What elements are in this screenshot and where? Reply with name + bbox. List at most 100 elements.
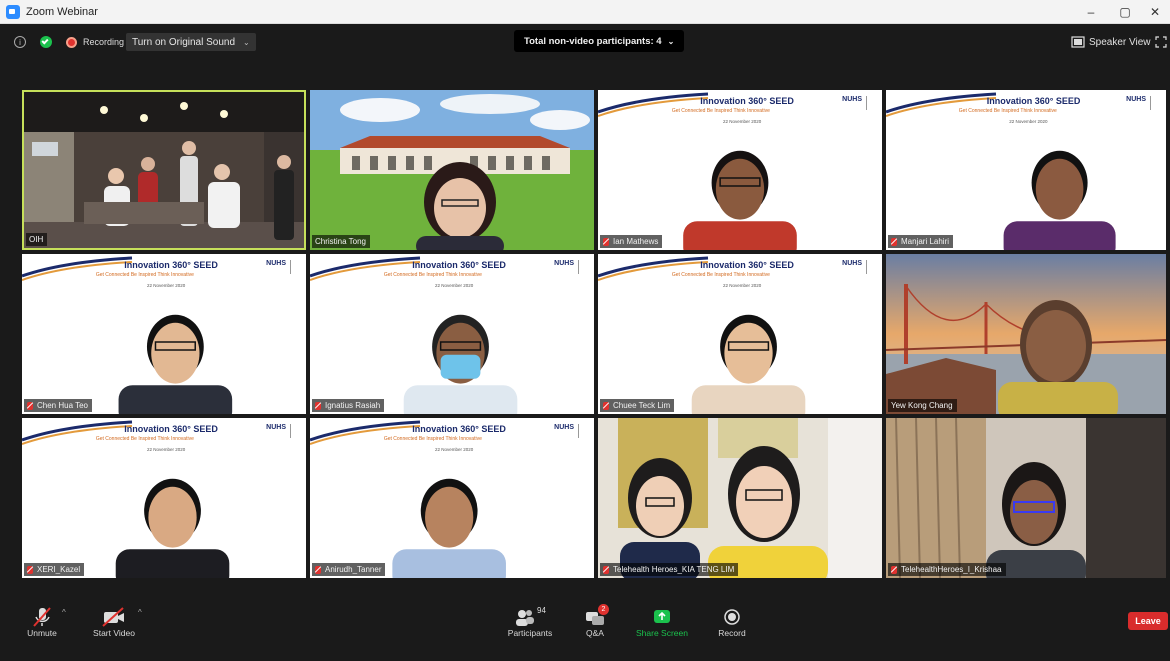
close-button[interactable]: ✕ [1138, 0, 1170, 24]
participant-name-label: Chuee Teck Lim [600, 399, 675, 412]
logo-divider [290, 424, 300, 438]
qa-badge: 2 [598, 604, 609, 615]
participant-name-label: Ignatius Rasiah [312, 399, 385, 412]
info-icon[interactable]: i [14, 34, 26, 50]
mic-muted-icon [27, 401, 33, 410]
slide-date: 22 November 2020 [434, 447, 474, 452]
participant-name-label: TelehealthHeroes_I_Krishaa [888, 563, 1006, 576]
office-scene [24, 92, 304, 248]
slide-title: Innovation 360° SEED [700, 96, 794, 106]
slide-date: 22 November 2020 [722, 119, 762, 124]
original-sound-button[interactable]: Turn on Original Sound ⌄ [126, 33, 256, 51]
participant-name-label: Telehealth Heroes_KIA TENG LIM [600, 563, 739, 576]
record-icon [721, 606, 743, 628]
video-tile[interactable]: Innovation 360° SEED Get Connected Be Ins… [22, 254, 306, 414]
video-tile[interactable]: Innovation 360° SEED Get Connected Be Ins… [598, 254, 882, 414]
chevron-down-icon: ⌄ [667, 36, 675, 46]
recording-indicator[interactable]: Recording [66, 34, 124, 50]
slide-date: 22 November 2020 [146, 283, 186, 288]
slide-date: 22 November 2020 [722, 283, 762, 288]
bridge-background [886, 254, 1166, 414]
leave-button[interactable]: Leave [1128, 612, 1168, 630]
participant-name-label: Yew Kong Chang [888, 399, 957, 412]
minimize-button[interactable]: – [1074, 0, 1108, 24]
video-tile[interactable]: Telehealth Heroes_KIA TENG LIM [598, 418, 882, 578]
nuhs-logo: NUHS [842, 260, 862, 267]
maximize-button[interactable]: ▢ [1108, 0, 1142, 24]
participant-name-label: Manjari Lahiri [888, 235, 954, 248]
slide-title: Innovation 360° SEED [700, 260, 794, 270]
video-tile[interactable]: Innovation 360° SEED Get Connected Be Ins… [598, 90, 882, 250]
nuhs-logo: NUHS [554, 260, 574, 267]
slide-date: 22 November 2020 [434, 283, 474, 288]
video-tile[interactable]: TelehealthHeroes_I_Krishaa [886, 418, 1166, 578]
unmute-button[interactable]: Unmute ^ [20, 606, 66, 638]
slide-title: Innovation 360° SEED [124, 424, 218, 434]
meeting-stage: i Recording Turn on Original Sound ⌄ Tot… [0, 24, 1170, 661]
record-button[interactable]: Record [714, 606, 750, 638]
slide-swoosh [310, 420, 506, 578]
logo-divider [290, 260, 300, 274]
chevron-down-icon[interactable]: ⌄ [243, 38, 250, 47]
fullscreen-icon[interactable] [1155, 34, 1167, 50]
logo-divider [578, 260, 588, 274]
slide-subtitle: Get Connected Be Inspired Think Innovati… [671, 272, 770, 278]
video-tile[interactable]: Innovation 360° SEED Get Connected Be Ins… [22, 418, 306, 578]
slide-date: 22 November 2020 [146, 447, 186, 452]
slide-swoosh [310, 256, 518, 414]
video-tile[interactable]: Christina Tong [310, 90, 594, 250]
recording-label: Recording [83, 37, 125, 47]
video-tile[interactable]: Innovation 360° SEED Get Connected Be Ins… [310, 418, 594, 578]
nuhs-logo: NUHS [554, 424, 574, 431]
recording-dot-icon [66, 36, 77, 48]
mic-muted-icon [315, 401, 321, 410]
slide-title: Innovation 360° SEED [986, 96, 1081, 106]
slide-subtitle: Get Connected Be Inspired Think Innovati… [958, 108, 1057, 114]
participant-name-label: Christina Tong [312, 235, 370, 248]
qa-icon: 2 [584, 604, 609, 628]
slide-swoosh [598, 256, 806, 414]
speaker-view-label: Speaker View [1089, 36, 1151, 48]
participants-icon: 94 [514, 606, 546, 628]
logo-divider [866, 260, 876, 274]
home-scene [598, 418, 882, 578]
slide-title: Innovation 360° SEED [412, 260, 506, 270]
nuhs-logo: NUHS [266, 260, 286, 267]
share-screen-button[interactable]: Share Screen [632, 606, 692, 638]
participant-name-label: Chen Hua Teo [24, 399, 92, 412]
video-tile[interactable]: Innovation 360° SEED Get Connected Be Ins… [886, 90, 1166, 250]
participant-name-label: XERI_Kazel [24, 563, 85, 576]
slide-swoosh [598, 92, 797, 250]
slide-title: Innovation 360° SEED [124, 260, 218, 270]
nuhs-logo: NUHS [266, 424, 286, 431]
slide-swoosh [886, 92, 1116, 250]
share-screen-icon [651, 606, 673, 628]
slide-subtitle: Get Connected Be Inspired Think Innovati… [383, 272, 482, 278]
caret-up-icon[interactable]: ^ [62, 608, 66, 617]
participants-banner[interactable]: Total non-video participants: 4 ⌄ [514, 30, 685, 52]
participants-banner-label: Total non-video participants: 4 [524, 35, 662, 47]
participants-button[interactable]: 94 Participants [502, 606, 558, 638]
building-background [310, 90, 594, 250]
qa-button[interactable]: 2 Q&A [580, 604, 610, 638]
speaker-view-button[interactable]: Speaker View [1071, 33, 1151, 51]
video-tile[interactable]: Innovation 360° SEED Get Connected Be Ins… [310, 254, 594, 414]
mic-muted-icon [603, 237, 609, 246]
logo-divider [1150, 96, 1160, 110]
mic-muted-icon [603, 401, 609, 410]
mic-muted-icon [315, 565, 321, 574]
logo-divider [866, 96, 876, 110]
video-tile[interactable]: Yew Kong Chang [886, 254, 1166, 414]
window-titlebar: Zoom Webinar – ▢ ✕ [0, 0, 1170, 24]
slide-date: 22 November 2020 [1009, 119, 1048, 124]
slide-title: Innovation 360° SEED [412, 424, 506, 434]
video-off-icon [101, 606, 127, 628]
shield-icon[interactable] [40, 34, 52, 50]
video-tile[interactable]: OIH [22, 90, 306, 250]
caret-up-icon[interactable]: ^ [138, 608, 142, 617]
participant-name-label: OIH [26, 233, 48, 246]
slide-subtitle: Get Connected Be Inspired Think Innovati… [671, 108, 770, 114]
slide-swoosh [22, 256, 233, 414]
meeting-controls: Unmute ^ Start Video ^ 94 Participants 2… [0, 598, 1170, 661]
start-video-button[interactable]: Start Video ^ [86, 606, 142, 638]
